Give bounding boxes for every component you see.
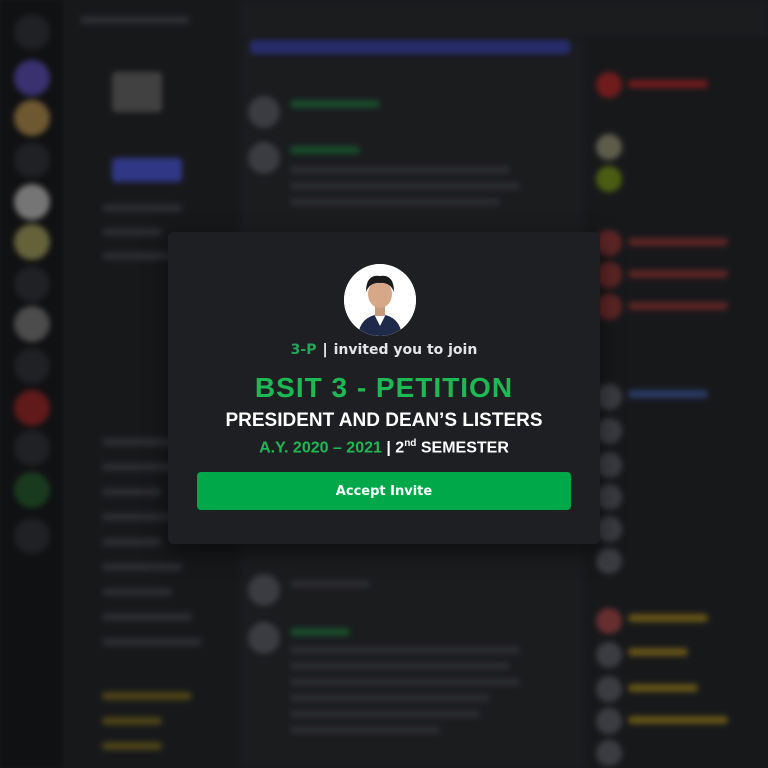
semester-suffix: nd — [404, 438, 417, 449]
year-separator: | — [386, 439, 391, 457]
semester-number: 2 — [395, 439, 405, 457]
server-subtitle: PRESIDENT AND DEAN’S LISTERS — [225, 410, 543, 431]
inviter-name: 3-P — [290, 342, 317, 358]
invite-text: invited you to join — [333, 342, 478, 358]
academic-year-line: A.Y. 2020 – 2021 | 2nd SEMESTER — [168, 438, 600, 457]
invite-message: 3-P | invited you to join — [168, 342, 600, 358]
academic-year: A.Y. 2020 – 2021 — [259, 439, 382, 457]
server-title: BSIT 3 - PETITION — [254, 372, 514, 403]
invite-modal: 3-P | invited you to join BSIT 3 - PETITIO… — [168, 232, 600, 544]
invite-separator: | — [322, 342, 328, 358]
semester-label: SEMESTER — [420, 439, 509, 457]
accept-invite-button[interactable]: Accept Invite — [197, 472, 571, 510]
inviter-avatar — [344, 264, 416, 336]
